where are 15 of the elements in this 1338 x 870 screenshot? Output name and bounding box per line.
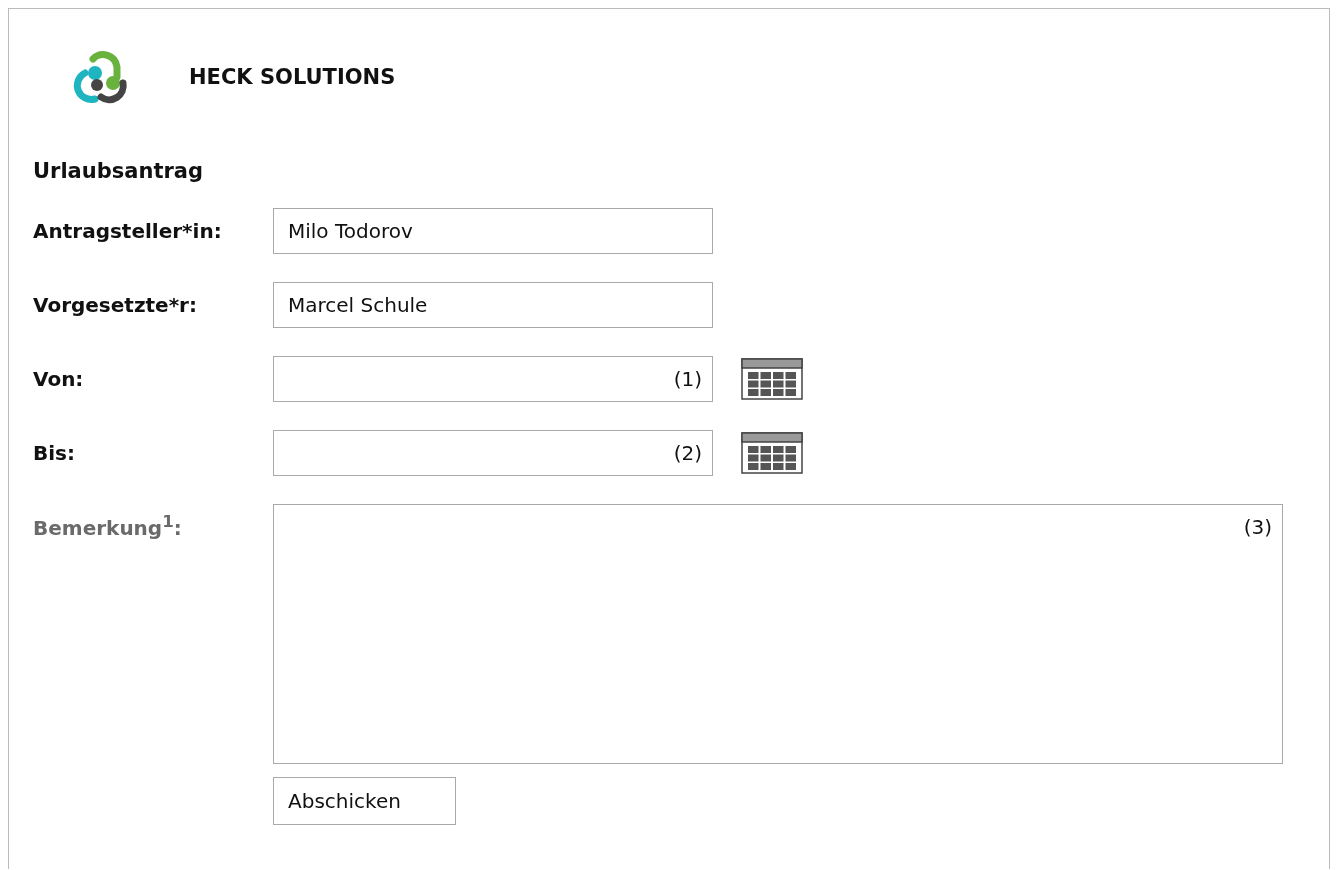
date-field[interactable]: (2): [273, 430, 713, 476]
input-field[interactable]: Milo Todorov: [273, 208, 713, 254]
company-name: HECK SOLUTIONS: [189, 65, 396, 89]
input-field[interactable]: Marcel Schule: [273, 282, 713, 328]
date-field[interactable]: (1): [273, 356, 713, 402]
calendar-icon[interactable]: [741, 432, 803, 474]
field-label: Bis:: [33, 441, 76, 465]
field-label: Bemerkung$^{1}$:: [33, 512, 183, 540]
comment-field[interactable]: (3): [273, 504, 1283, 764]
form-title: Urlaubsantrag: [33, 159, 204, 183]
submit-button[interactable]: Abschicken: [273, 777, 456, 825]
field-label: Vorgesetzte*r:: [33, 293, 198, 317]
calendar-icon[interactable]: [741, 358, 803, 400]
field-label: Von:: [33, 367, 85, 391]
field-label: Antragsteller*in:: [33, 219, 223, 243]
